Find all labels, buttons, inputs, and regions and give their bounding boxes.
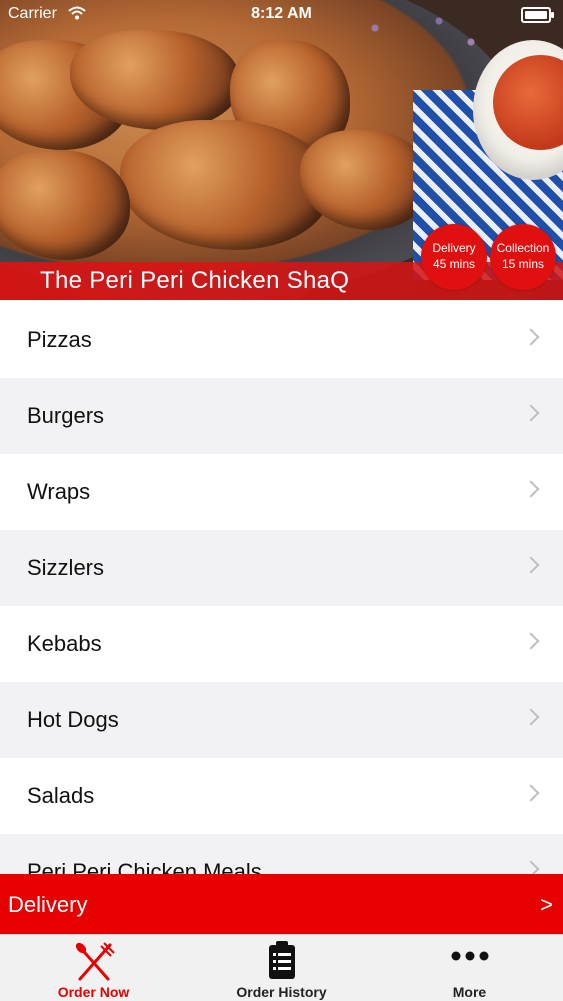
tab-order-history[interactable]: Order History	[188, 935, 375, 1001]
collection-badge-label: Collection	[496, 241, 550, 255]
category-label: Hot Dogs	[27, 707, 119, 732]
order-type-bar[interactable]: Delivery >	[0, 874, 563, 934]
delivery-badge-label: Delivery	[432, 241, 476, 255]
category-label: Kebabs	[27, 631, 102, 656]
chevron-right-icon	[522, 784, 540, 802]
status-bar: Carrier 8:12 AM	[0, 0, 563, 30]
chevron-right-icon	[522, 632, 540, 650]
chicken-piece	[0, 150, 130, 260]
restaurant-name: The Peri Peri Chicken ShaQ	[40, 267, 350, 294]
menu-category-list: Pizzas Burgers Wraps Sizzlers Kebabs Hot…	[0, 302, 563, 910]
collection-time-badge: Collection 15 mins	[490, 224, 556, 290]
tab-order-now[interactable]: Order Now	[0, 935, 187, 1001]
category-label: Salads	[27, 783, 95, 808]
menu-category-pizzas[interactable]: Pizzas	[0, 302, 563, 378]
chevron-right-icon	[522, 708, 540, 726]
clock: 8:12 AM	[251, 5, 312, 22]
fork-knife-icon	[72, 941, 116, 988]
delivery-badge-time: 45 mins	[432, 257, 476, 271]
menu-category-hot-dogs[interactable]: Hot Dogs	[0, 682, 563, 758]
order-type-label: Delivery	[8, 892, 88, 917]
category-label: Sizzlers	[27, 555, 105, 580]
menu-category-sizzlers[interactable]: Sizzlers	[0, 530, 563, 606]
collection-badge-time: 15 mins	[501, 257, 545, 271]
chevron-right-icon	[522, 480, 540, 498]
menu-category-burgers[interactable]: Burgers	[0, 378, 563, 454]
tab-label: More	[452, 984, 487, 1000]
tab-more[interactable]: More	[376, 935, 563, 1001]
category-label: Wraps	[27, 479, 91, 504]
chevron-right-icon	[522, 556, 540, 574]
category-label: Pizzas	[27, 327, 92, 352]
battery-icon	[521, 7, 554, 23]
more-dots-icon	[450, 949, 490, 967]
menu-category-kebabs[interactable]: Kebabs	[0, 606, 563, 682]
menu-category-wraps[interactable]: Wraps	[0, 454, 563, 530]
tab-bar: Order Now Order History More	[0, 934, 563, 1001]
menu-category-salads[interactable]: Salads	[0, 758, 563, 834]
chevron-right-icon: >	[540, 892, 553, 917]
chevron-right-icon	[522, 404, 540, 422]
clipboard-icon	[267, 941, 297, 986]
category-label: Burgers	[27, 403, 105, 428]
chevron-right-icon	[522, 328, 540, 346]
tab-label: Order Now	[57, 984, 130, 1000]
delivery-time-badge: Delivery 45 mins	[421, 224, 487, 290]
tab-label: Order History	[236, 984, 327, 1000]
